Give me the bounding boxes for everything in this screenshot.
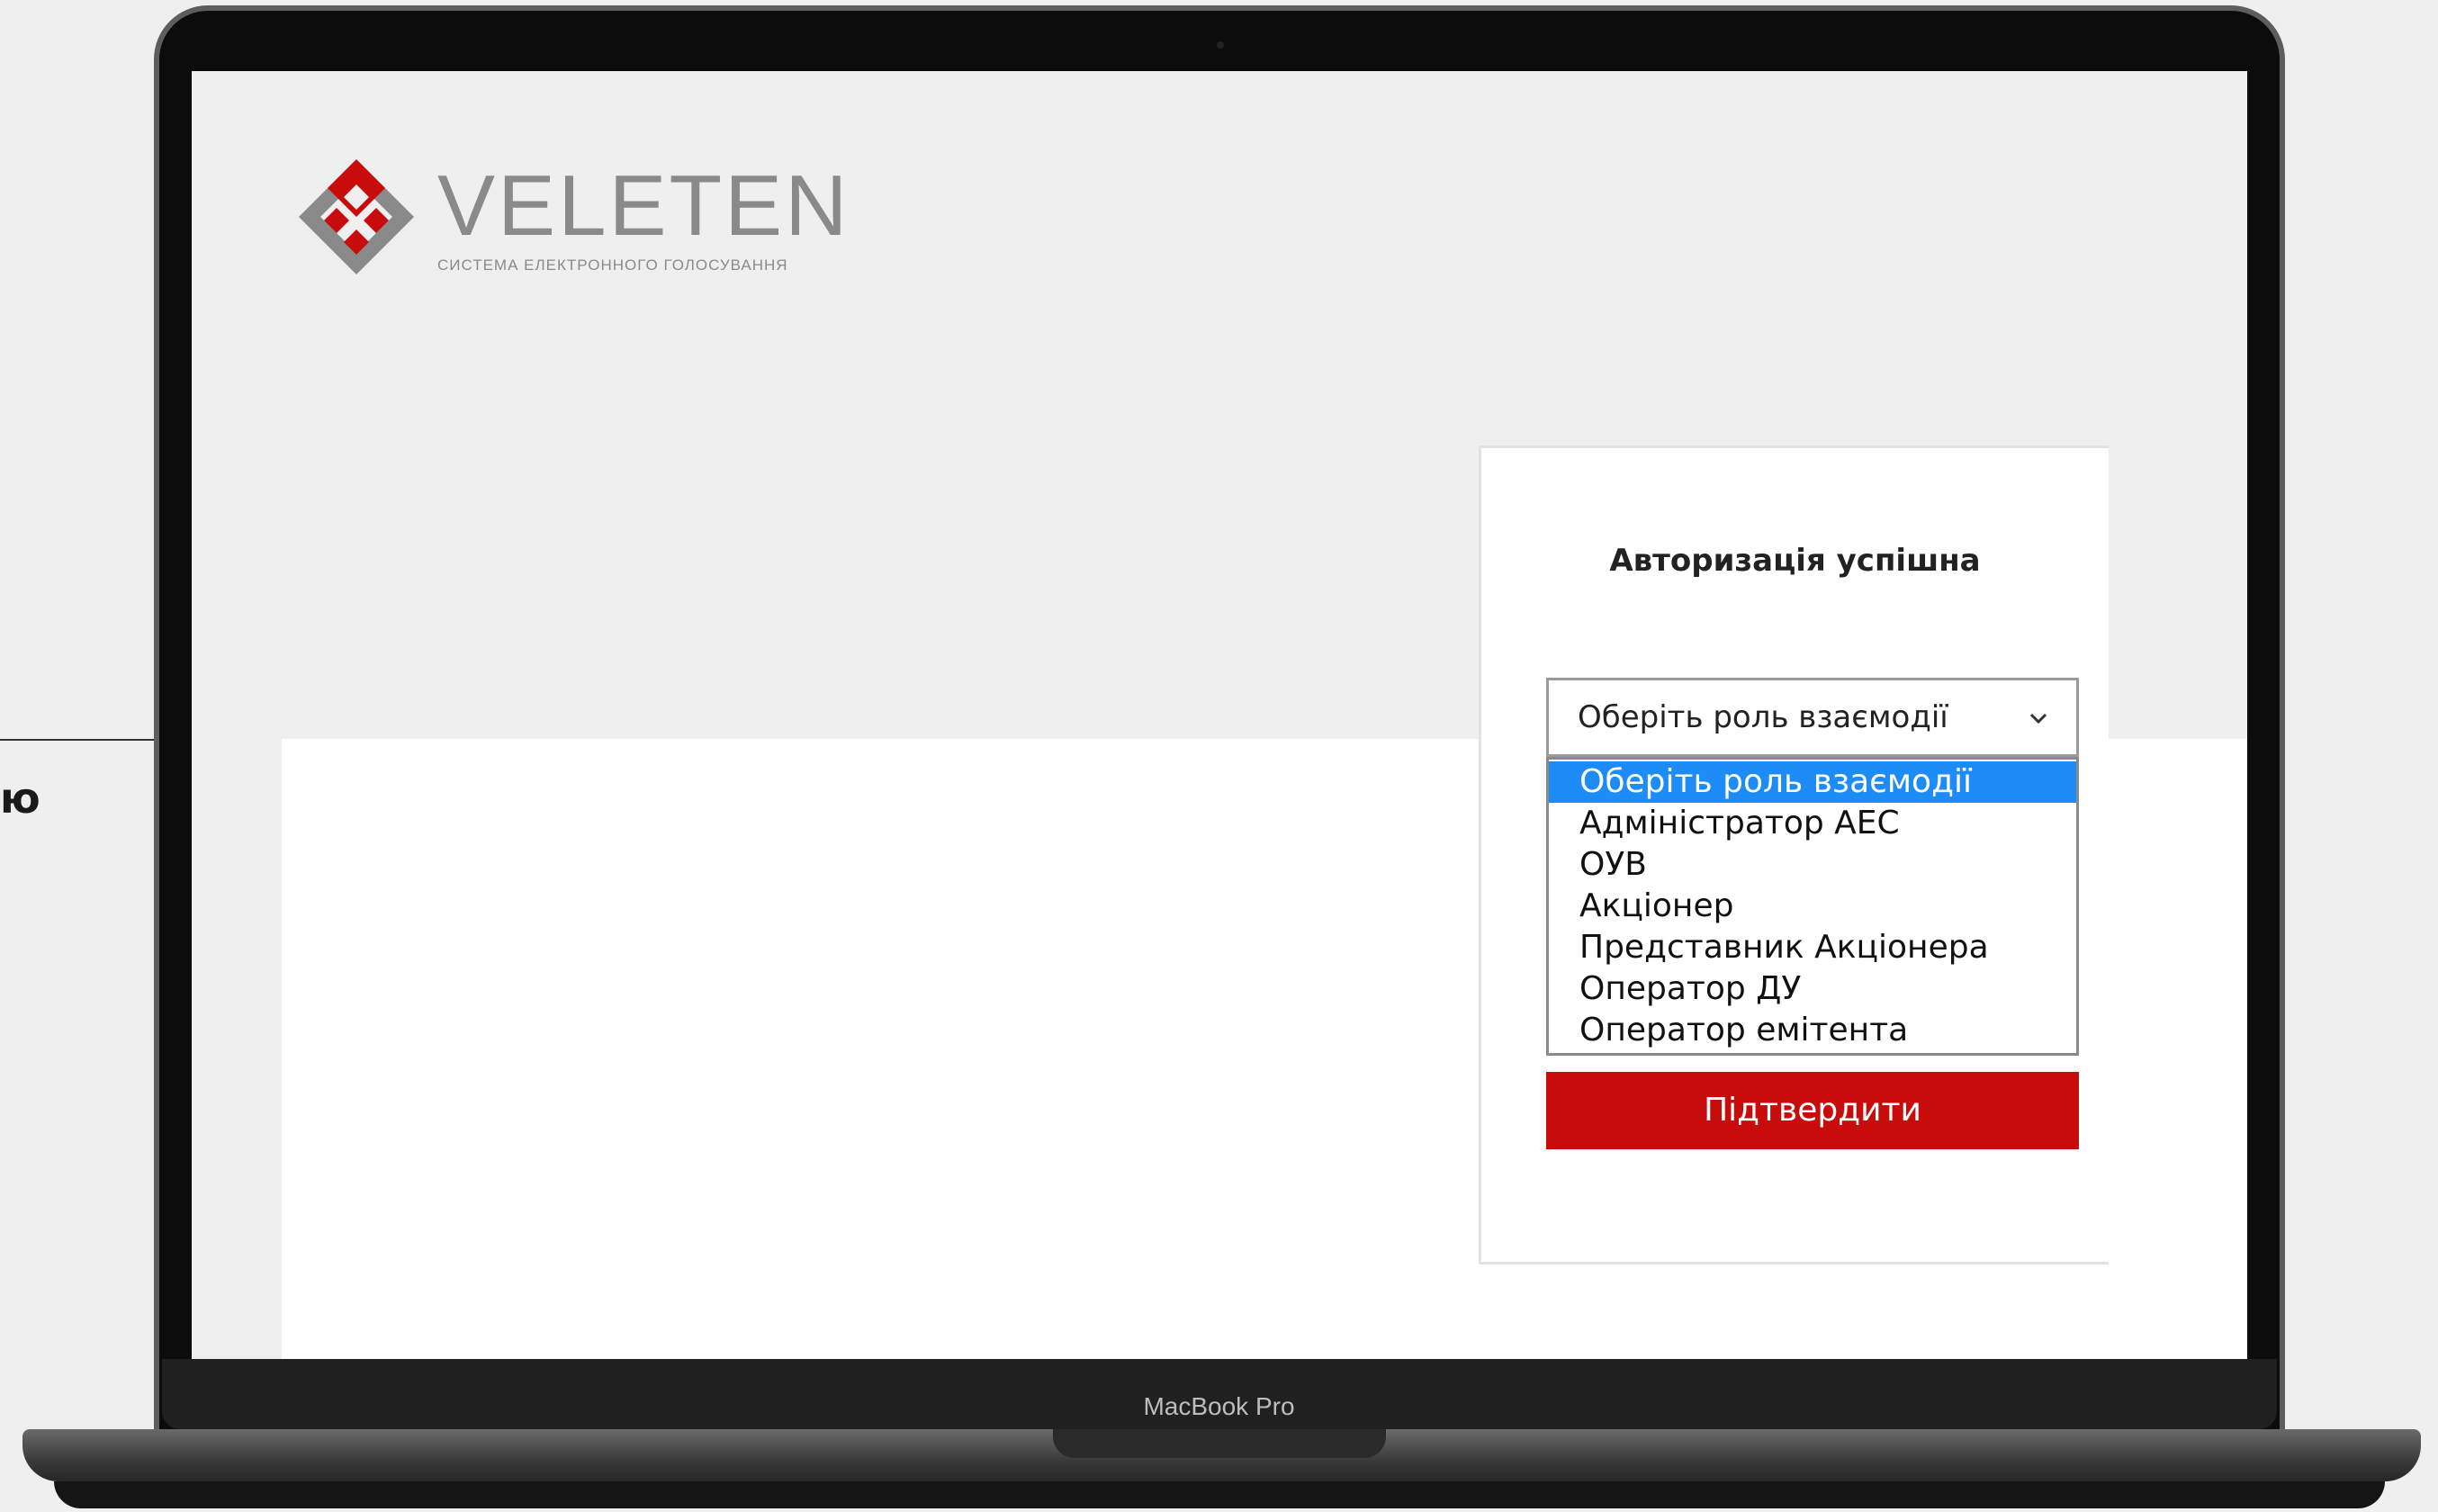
role-dropdown-list: Оберіть роль взаємодії Адміністратор АЕС… [1546,757,2079,1056]
card-title: Авторизація успішна [1609,543,1981,579]
chevron-down-icon [2029,713,2047,724]
role-select[interactable]: Оберіть роль взаємодії [1546,678,2079,757]
role-option[interactable]: Представник Акціонера [1549,927,2076,968]
camera-icon [1217,41,1224,49]
logo-title: VELETEN [437,158,850,254]
laptop-label: MacBook Pro [1143,1392,1295,1420]
veleten-logo-icon [299,159,414,274]
logo-subtitle: СИСТЕМА ЕЛЕКТРОННОГО ГОЛОСУВАННЯ [437,256,788,274]
laptop-notch [1053,1429,1386,1458]
role-option[interactable]: ОУВ [1549,844,2076,886]
logo[interactable]: VELETEN СИСТЕМА ЕЛЕКТРОННОГО ГОЛОСУВАННЯ [297,158,850,276]
login-card: Авторизація успішна Оберіть роль взаємод… [1479,446,2109,1264]
laptop-feet [54,1481,2385,1508]
role-option[interactable]: Оператор емітента [1549,1010,2076,1051]
confirm-button[interactable]: Підтвердити [1546,1072,2079,1149]
role-option[interactable]: Адміністратор АЕС [1549,803,2076,844]
role-select-value: Оберіть роль взаємодії [1578,699,1948,735]
role-option[interactable]: Оператор ДУ [1549,968,2076,1010]
role-option[interactable]: Оберіть роль взаємодії [1549,761,2076,803]
role-option[interactable]: Акціонер [1549,886,2076,927]
screen: VELETEN СИСТЕМА ЕЛЕКТРОННОГО ГОЛОСУВАННЯ… [192,71,2247,1359]
background-text: ю [0,774,40,823]
